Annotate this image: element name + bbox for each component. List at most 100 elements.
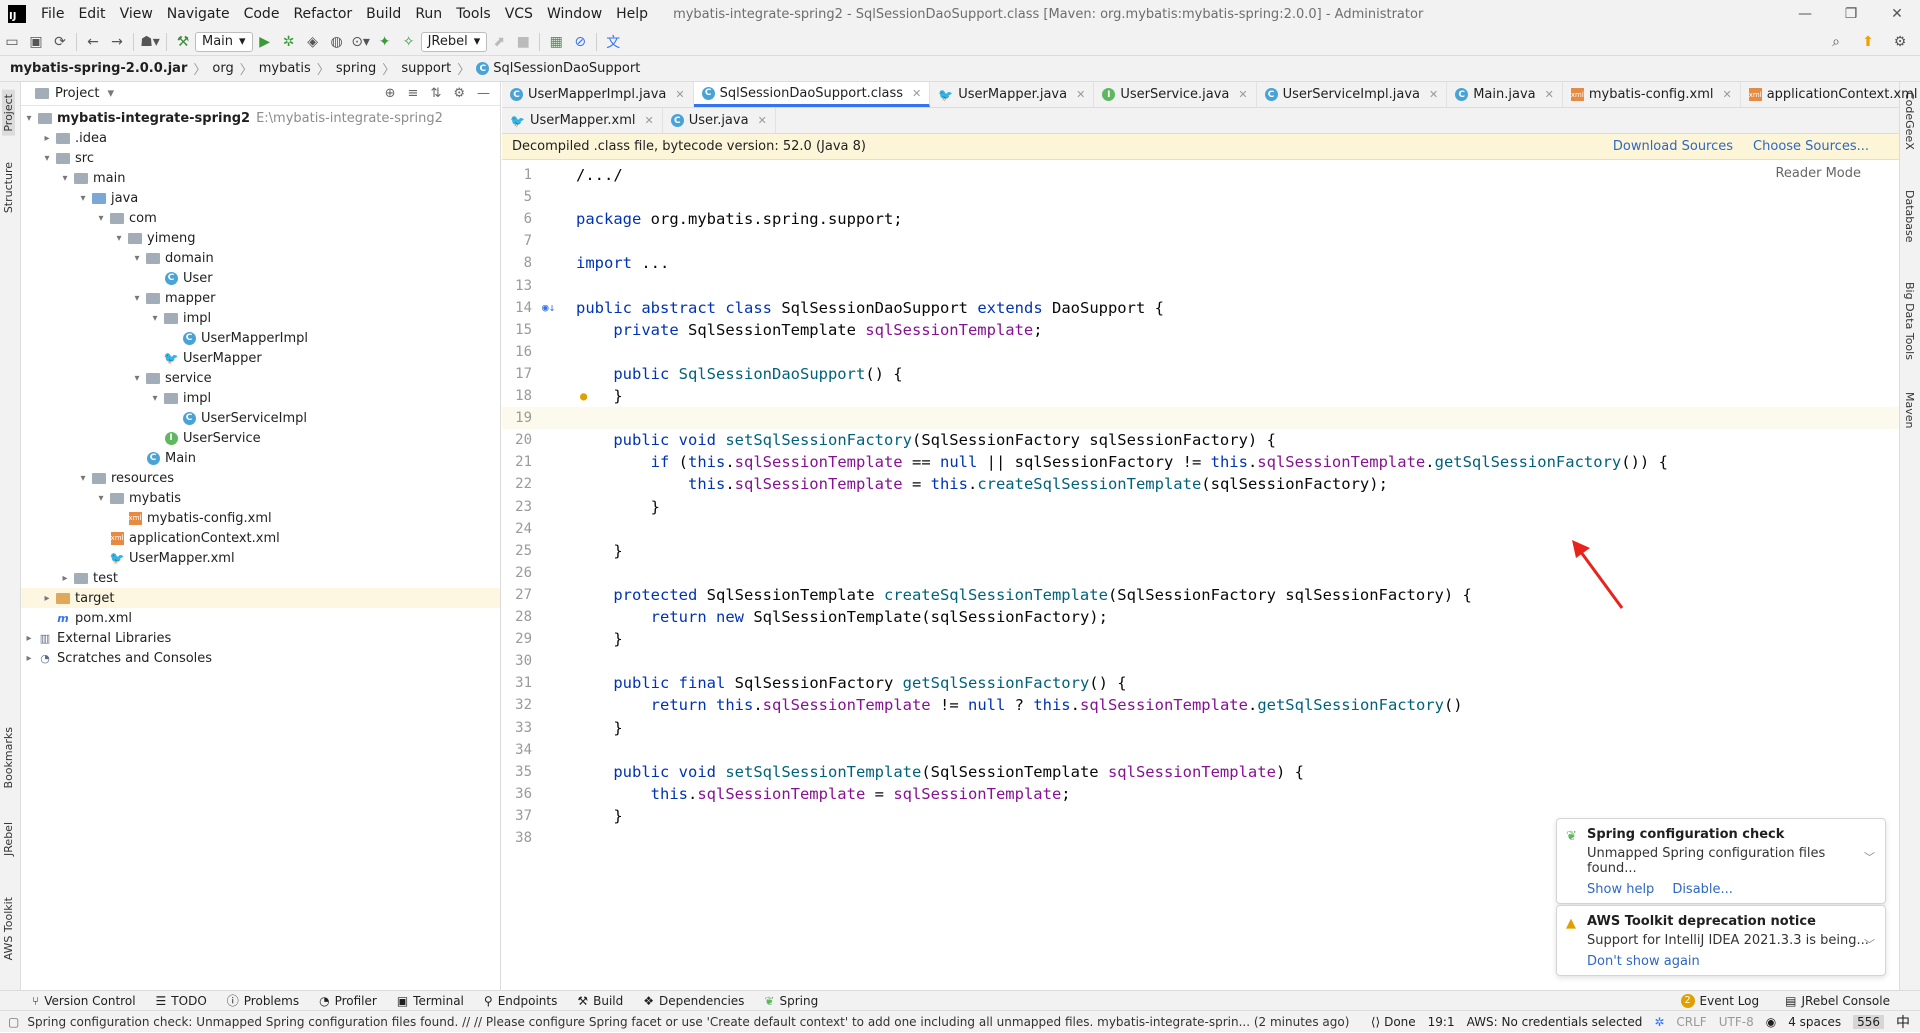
chevron-right-icon[interactable]: ▸ bbox=[21, 653, 37, 664]
chevron-right-icon[interactable]: ▸ bbox=[21, 633, 37, 644]
chevron-down-icon[interactable]: ﹀ bbox=[1864, 936, 1875, 952]
close-icon[interactable]: ✕ bbox=[675, 88, 684, 101]
disable-link[interactable]: Disable... bbox=[1672, 882, 1733, 897]
run-config-select[interactable]: Main ▾ bbox=[195, 31, 253, 52]
profile-icon[interactable]: ◍ bbox=[325, 31, 349, 53]
tree-item-target[interactable]: ▸ target bbox=[21, 588, 500, 608]
tool-tab-project[interactable]: Project bbox=[2, 90, 15, 136]
stop-icon[interactable]: ■ bbox=[511, 31, 535, 53]
code-line[interactable]: 28 return new SqlSessionTemplate(sqlSess… bbox=[502, 606, 1899, 628]
project-panel-title[interactable]: Project bbox=[55, 86, 99, 101]
tool-tab-structure[interactable]: Structure bbox=[2, 162, 15, 213]
status-done-widget[interactable]: ⟨⟩ Done bbox=[1371, 1015, 1416, 1029]
tree-item-mybatis-config[interactable]: xml mybatis-config.xml bbox=[21, 508, 500, 528]
file-encoding[interactable]: UTF-8 bbox=[1719, 1015, 1754, 1029]
tool-tab-profiler[interactable]: ◔ Profiler bbox=[319, 994, 377, 1008]
chevron-down-icon[interactable]: ▾ bbox=[93, 493, 109, 504]
code-line[interactable]: 17 public SqlSessionDaoSupport() { bbox=[502, 363, 1899, 385]
code-line[interactable]: 13 bbox=[502, 275, 1899, 297]
menu-view[interactable]: View bbox=[113, 6, 160, 22]
jrebel-update-icon[interactable]: ⬈ bbox=[487, 31, 511, 53]
chevron-right-icon[interactable]: ▸ bbox=[39, 133, 55, 144]
expand-all-icon[interactable]: ⇅ bbox=[430, 86, 441, 101]
run-icon[interactable]: ▶ bbox=[253, 31, 277, 53]
tool-tab-jrebel[interactable]: JRebel bbox=[2, 822, 15, 856]
indent-setting[interactable]: 4 spaces bbox=[1788, 1015, 1841, 1029]
tool-tab-todo[interactable]: ☰ TODO bbox=[156, 994, 207, 1008]
tree-item-userservice[interactable]: I UserService bbox=[21, 428, 500, 448]
tab-userserviceimpl[interactable]: C UserServiceImpl.java ✕ bbox=[1257, 82, 1448, 107]
tree-item-service[interactable]: ▾ service bbox=[21, 368, 500, 388]
tab-main[interactable]: C Main.java ✕ bbox=[1447, 82, 1563, 107]
caret-position[interactable]: 19:1 bbox=[1428, 1015, 1455, 1029]
code-line[interactable]: 31 public final SqlSessionFactory getSql… bbox=[502, 672, 1899, 694]
aws-credentials[interactable]: AWS: No credentials selected bbox=[1467, 1015, 1643, 1029]
tree-item-test[interactable]: ▸ test bbox=[21, 568, 500, 588]
code-line[interactable]: 25 } bbox=[502, 540, 1899, 562]
tab-usermapperimpl[interactable]: C UserMapperImpl.java ✕ bbox=[502, 82, 694, 107]
tree-item-userserviceimpl[interactable]: C UserServiceImpl bbox=[21, 408, 500, 428]
line-separator[interactable]: CRLF bbox=[1676, 1015, 1706, 1029]
chevron-down-icon[interactable]: ▾ bbox=[75, 193, 91, 204]
code-line[interactable]: 27 protected SqlSessionTemplate createSq… bbox=[502, 584, 1899, 606]
code-line[interactable]: 21 if (this.sqlSessionTemplate == null |… bbox=[502, 451, 1899, 473]
update-icon[interactable]: ⬆ bbox=[1856, 31, 1880, 53]
back-icon[interactable]: ← bbox=[81, 31, 105, 53]
tree-item-pom[interactable]: m pom.xml bbox=[21, 608, 500, 628]
tree-item-resources[interactable]: ▾ resources bbox=[21, 468, 500, 488]
code-line[interactable]: 23 } bbox=[502, 496, 1899, 518]
lightbulb-icon[interactable]: ● bbox=[580, 389, 587, 403]
tab-user-java[interactable]: C User.java ✕ bbox=[663, 108, 776, 133]
close-icon[interactable]: ✕ bbox=[1076, 88, 1085, 101]
code-line[interactable]: 1 /.../ bbox=[502, 164, 1899, 186]
eye-icon[interactable]: ◉ bbox=[1766, 1015, 1776, 1029]
chevron-down-icon[interactable]: ▾ bbox=[107, 86, 114, 101]
menu-run[interactable]: Run bbox=[408, 6, 449, 22]
code-line[interactable]: 14 public abstract class SqlSessionDaoSup… bbox=[502, 297, 1899, 319]
tree-item-domain[interactable]: ▾ domain bbox=[21, 248, 500, 268]
tree-item-usermapper[interactable]: 🐦 UserMapper bbox=[21, 348, 500, 368]
tree-item-com[interactable]: ▾ com bbox=[21, 208, 500, 228]
dont-show-again-link[interactable]: Don't show again bbox=[1587, 954, 1700, 969]
build-hammer-icon[interactable]: ⚒ bbox=[171, 31, 195, 53]
close-icon[interactable]: ✕ bbox=[1545, 88, 1554, 101]
tree-item-mybatis-folder[interactable]: ▾ mybatis bbox=[21, 488, 500, 508]
breadcrumb-spring[interactable]: spring bbox=[336, 61, 376, 76]
minimize-icon[interactable]: — bbox=[1782, 0, 1828, 28]
breadcrumb-jar[interactable]: mybatis-spring-2.0.0.jar bbox=[10, 61, 187, 76]
choose-sources-link[interactable]: Choose Sources... bbox=[1753, 139, 1869, 154]
chevron-right-icon[interactable]: ▸ bbox=[57, 573, 73, 584]
code-line[interactable]: 26 bbox=[502, 562, 1899, 584]
open-folder-icon[interactable]: ▭ bbox=[0, 31, 24, 53]
jrebel-debug-icon[interactable]: ✧ bbox=[397, 31, 421, 53]
ime-indicator[interactable]: 中 bbox=[1896, 1012, 1910, 1032]
chevron-down-icon[interactable]: ▾ bbox=[147, 393, 163, 404]
menu-tools[interactable]: Tools bbox=[449, 6, 498, 22]
chevron-down-icon[interactable]: ﹀ bbox=[1864, 849, 1875, 865]
tab-usermapper[interactable]: 🐦 UserMapper.java ✕ bbox=[930, 82, 1095, 107]
implements-gutter-icon[interactable]: ◉↓ bbox=[542, 301, 555, 314]
tool-tab-jrebel-console[interactable]: ▤ JRebel Console bbox=[1785, 994, 1890, 1008]
chevron-down-icon[interactable]: ▾ bbox=[129, 293, 145, 304]
forward-icon[interactable]: → bbox=[105, 31, 129, 53]
tree-item-applicationcontext[interactable]: xml applicationContext.xml bbox=[21, 528, 500, 548]
tree-item-idea[interactable]: ▸ .idea bbox=[21, 128, 500, 148]
run-options-icon[interactable]: ⊙▾ bbox=[349, 31, 373, 53]
jrebel-select[interactable]: JRebel ▾ bbox=[420, 31, 488, 52]
restore-icon[interactable]: ❐ bbox=[1828, 0, 1874, 28]
tab-applicationcontext[interactable]: xmlapplicationContext.xml✕ bbox=[1741, 82, 1920, 107]
tree-item-external-libraries[interactable]: ▸ ▥ External Libraries bbox=[21, 628, 500, 648]
tool-tab-endpoints[interactable]: ⚲ Endpoints bbox=[484, 994, 557, 1008]
close-icon[interactable]: ✕ bbox=[645, 114, 654, 127]
status-message[interactable]: Spring configuration check: Unmapped Spr… bbox=[27, 1015, 1349, 1029]
tree-item-mapper-impl[interactable]: ▾ impl bbox=[21, 308, 500, 328]
breadcrumb-support[interactable]: support bbox=[401, 61, 451, 76]
code-line[interactable]: 5 bbox=[502, 186, 1899, 208]
code-line[interactable]: 22 this.sqlSessionTemplate = this.create… bbox=[502, 473, 1899, 495]
tree-item-main[interactable]: ▾ main bbox=[21, 168, 500, 188]
tool-tab-bookmarks[interactable]: Bookmarks bbox=[2, 727, 15, 788]
status-panel-icon[interactable]: ▢ bbox=[8, 1015, 19, 1029]
jrebel-run-icon[interactable]: ✦ bbox=[373, 31, 397, 53]
code-line[interactable]: 32 return this.sqlSessionTemplate != nul… bbox=[502, 694, 1899, 716]
code-line[interactable]: 30 bbox=[502, 650, 1899, 672]
